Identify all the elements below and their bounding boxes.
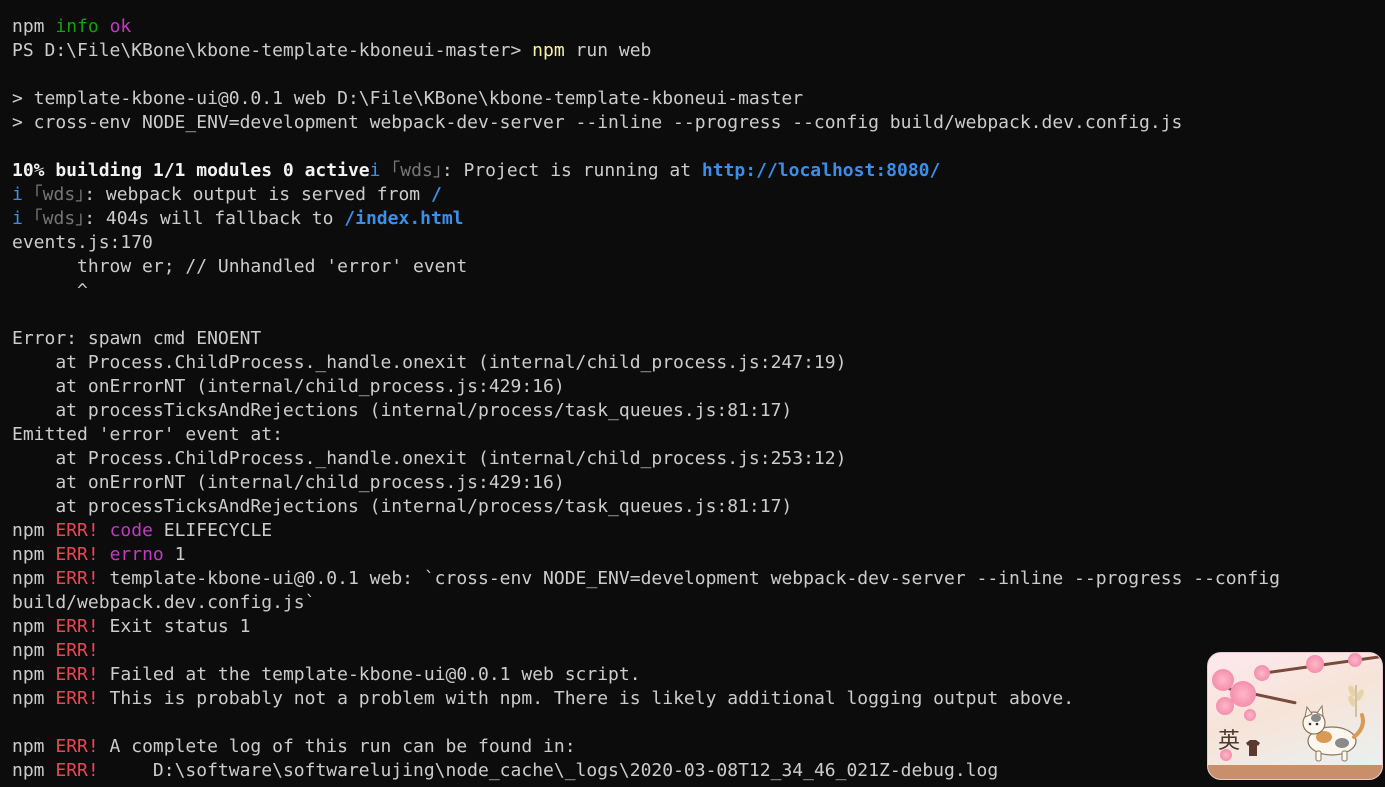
stack-line: Error: spawn cmd ENOENT xyxy=(12,328,262,349)
shirt-icon xyxy=(1246,740,1260,756)
wheat-icon xyxy=(1348,685,1364,717)
stack-line: events.js:170 xyxy=(12,232,153,253)
err-tag: ERR! xyxy=(55,760,99,781)
info-icon: i xyxy=(369,160,381,181)
shelf-decoration xyxy=(1208,765,1382,779)
npm-info-line: npm info ok xyxy=(12,15,1385,39)
stack-line: at processTicksAndRejections (internal/p… xyxy=(12,400,793,421)
err-text: Failed at the template-kbone-ui@0.0.1 we… xyxy=(98,664,641,685)
npm-prefix: npm xyxy=(12,640,56,661)
err-text: 1 xyxy=(163,544,186,565)
ime-mode-label[interactable]: 英 xyxy=(1218,723,1240,755)
err-tag: ERR! xyxy=(55,736,99,757)
err-tag: ERR! xyxy=(55,544,99,565)
progress-status: 10% building 1/1 modules 0 active xyxy=(12,160,370,181)
localhost-link[interactable]: http://localhost:8080/ xyxy=(702,160,940,181)
err-tag: ERR! xyxy=(55,688,99,709)
script-header-line: > template-kbone-ui@0.0.1 web D:\File\KB… xyxy=(12,88,804,109)
info-icon: i xyxy=(12,184,23,205)
npm-prefix: npm xyxy=(12,520,56,541)
ime-status-widget[interactable]: 英 xyxy=(1207,652,1383,780)
npm-err-line: npm ERR! Failed at the template-kbone-ui… xyxy=(12,663,1385,687)
npm-prefix: npm xyxy=(12,760,56,781)
stack-line: at onErrorNT (internal/child_process.js:… xyxy=(12,376,565,397)
wrapped-line: build/webpack.dev.config.js` xyxy=(12,592,316,613)
npm-prefix: npm xyxy=(12,664,56,685)
npm-err-line: npm ERR! A complete log of this run can … xyxy=(12,735,1385,759)
wds-line: i ｢wds｣: webpack output is served from / xyxy=(12,183,1385,207)
err-key: code xyxy=(109,520,153,541)
npm-err-line: npm ERR! xyxy=(12,639,1385,663)
npm-err-line: npm ERR! Exit status 1 xyxy=(12,615,1385,639)
wds-tag: ｢wds｣ xyxy=(22,184,85,205)
stack-line xyxy=(12,303,1385,327)
npm-prefix: npm xyxy=(12,616,56,637)
npm-err-line: npm ERR! This is probably not a problem … xyxy=(12,687,1385,711)
npm-prefix: npm xyxy=(12,736,56,757)
stack-line: throw er; // Unhandled 'error' event xyxy=(12,256,468,277)
stack-line: at onErrorNT (internal/child_process.js:… xyxy=(12,472,565,493)
blossom-icon xyxy=(1216,697,1234,715)
err-tag: ERR! xyxy=(55,568,99,589)
err-text: This is probably not a problem with npm.… xyxy=(98,688,1075,709)
blossom-icon xyxy=(1348,653,1362,667)
prompt-args: run web xyxy=(564,40,652,61)
terminal-output[interactable]: npm info ok PS D:\File\KBone\kbone-templ… xyxy=(0,0,1385,787)
blossom-icon xyxy=(1244,709,1256,721)
blossom-icon xyxy=(1306,655,1324,673)
npm-err-line: npm ERR! errno 1 xyxy=(12,543,1385,567)
path-link: / xyxy=(430,184,442,205)
stack-line: Emitted 'error' event at: xyxy=(12,424,283,445)
err-text: template-kbone-ui@0.0.1 web: `cross-env … xyxy=(98,568,1280,589)
prompt-path: PS D:\File\KBone\kbone-template-kboneui-… xyxy=(12,40,533,61)
wds-text: : 404s will fallback to xyxy=(84,208,345,229)
stack-line: at processTicksAndRejections (internal/p… xyxy=(12,496,793,517)
stack-line: at Process.ChildProcess._handle.onexit (… xyxy=(12,448,847,469)
npm-prefix: npm xyxy=(12,544,56,565)
log-path: D:\software\softwarelujing\node_cache\_l… xyxy=(98,760,999,781)
npm-err-line: npm ERR! D:\software\softwarelujing\node… xyxy=(12,759,1385,783)
script-header-line: > cross-env NODE_ENV=development webpack… xyxy=(12,112,1183,133)
err-tag: ERR! xyxy=(55,520,99,541)
npm-prefix: npm xyxy=(12,16,56,37)
npm-err-line: npm ERR! template-kbone-ui@0.0.1 web: `c… xyxy=(12,567,1385,591)
wds-line: i ｢wds｣: 404s will fallback to /index.ht… xyxy=(12,207,1385,231)
npm-err-line: npm ERR! code ELIFECYCLE xyxy=(12,519,1385,543)
progress-line: 10% building 1/1 modules 0 activei ｢wds｣… xyxy=(12,159,1385,183)
err-text: ELIFECYCLE xyxy=(152,520,273,541)
err-text: Exit status 1 xyxy=(98,616,251,637)
wds-tag: ｢wds｣ xyxy=(380,160,442,181)
path-link: /index.html xyxy=(344,208,464,229)
info-label: info xyxy=(55,16,99,37)
err-key: errno xyxy=(109,544,164,565)
stack-line: at Process.ChildProcess._handle.onexit (… xyxy=(12,352,847,373)
wds-tag: ｢wds｣ xyxy=(22,208,85,229)
wds-text: : webpack output is served from xyxy=(84,184,431,205)
prompt-line: PS D:\File\KBone\kbone-template-kboneui-… xyxy=(12,39,1385,63)
blossom-icon xyxy=(1230,681,1256,707)
err-tag: ERR! xyxy=(55,616,99,637)
info-icon: i xyxy=(12,208,23,229)
err-tag: ERR! xyxy=(55,664,99,685)
blossom-icon xyxy=(1254,665,1270,681)
stack-line: ^ xyxy=(12,280,88,301)
npm-prefix: npm xyxy=(12,688,56,709)
err-tag: ERR! xyxy=(55,640,99,661)
progress-text: : Project is running at xyxy=(441,160,702,181)
branch-decoration xyxy=(1267,654,1382,674)
npm-prefix: npm xyxy=(12,568,56,589)
err-text: A complete log of this run can be found … xyxy=(98,736,576,757)
prompt-command: npm xyxy=(532,40,565,61)
ok-label: ok xyxy=(109,16,132,37)
